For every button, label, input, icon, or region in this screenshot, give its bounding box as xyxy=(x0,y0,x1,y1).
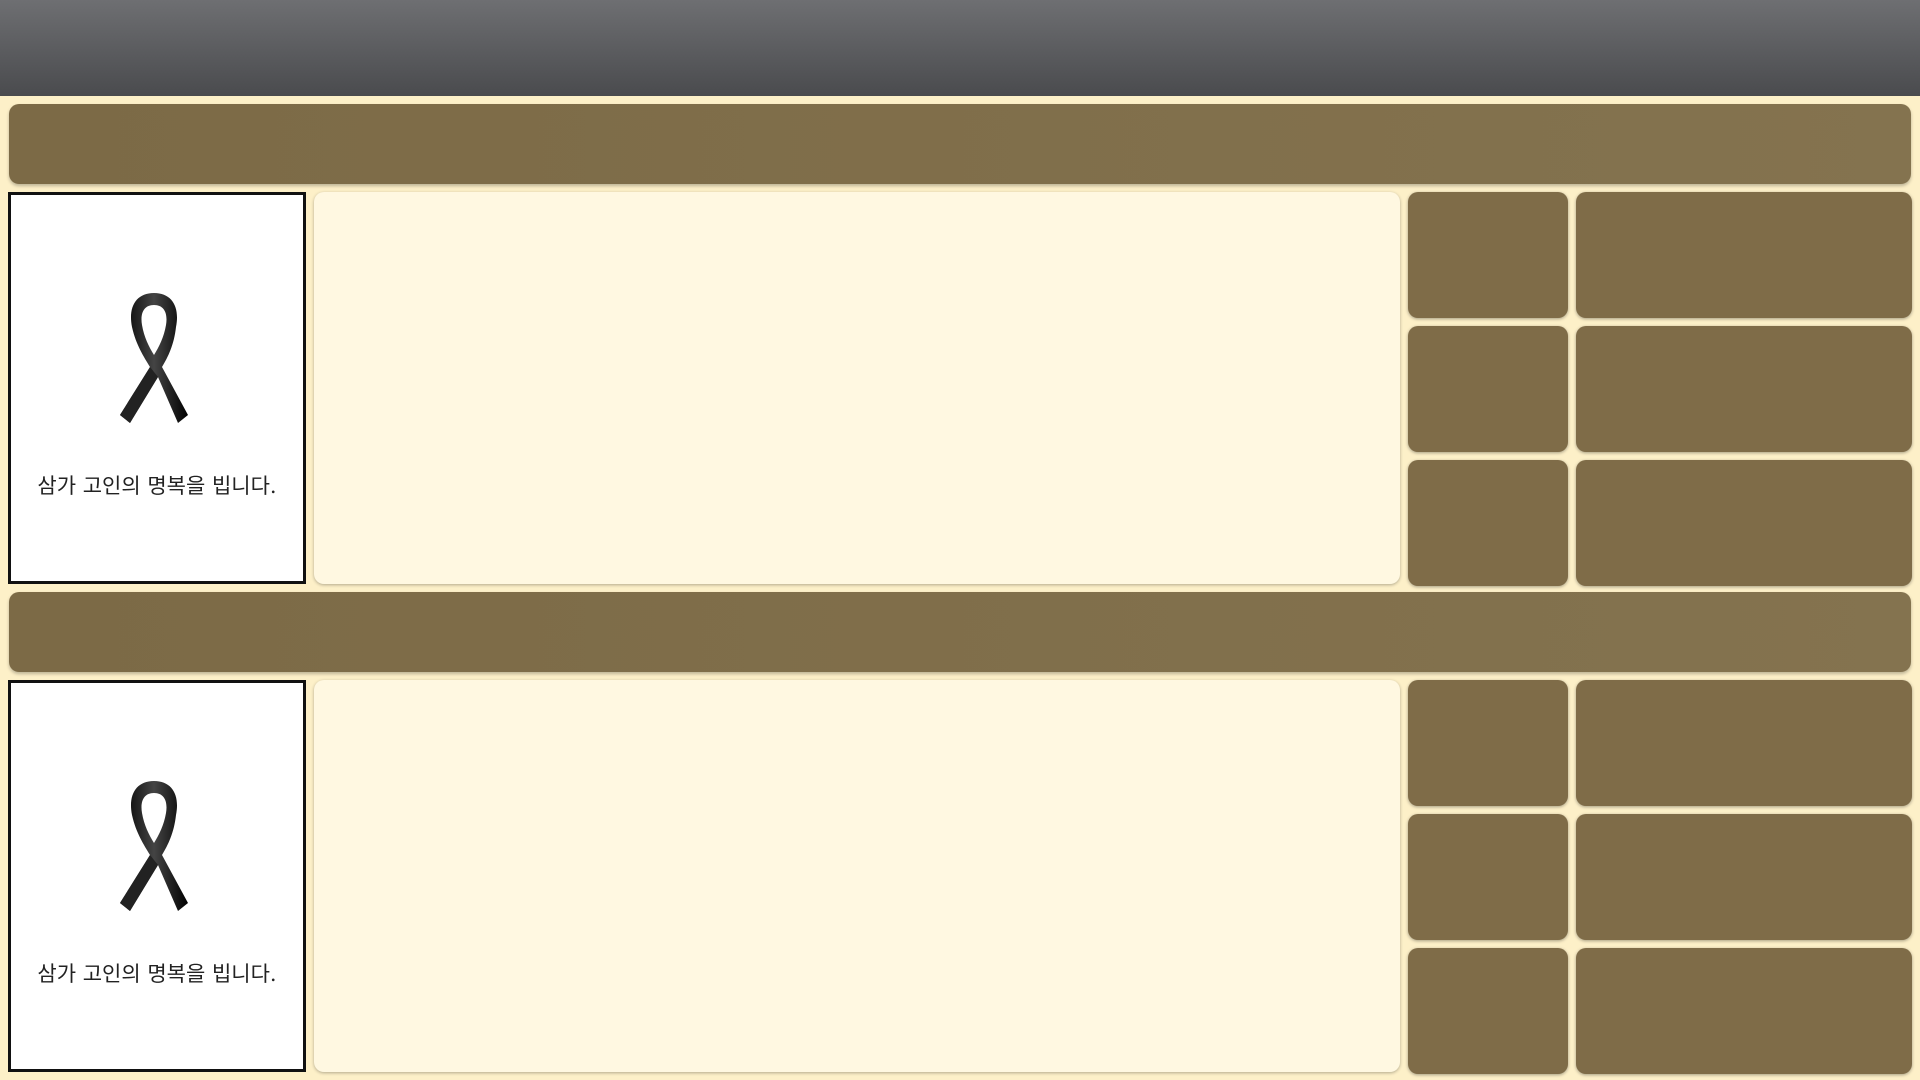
memorial-card-2: 삼가 고인의 명복을 빕니다. xyxy=(8,680,306,1072)
tile-2-1-large[interactable] xyxy=(1576,680,1912,806)
tile-1-1-small[interactable] xyxy=(1408,192,1568,318)
memorial-card-1: 삼가 고인의 명복을 빕니다. xyxy=(8,192,306,584)
tile-2-2-small[interactable] xyxy=(1408,814,1568,940)
mourning-ribbon-icon xyxy=(120,293,188,423)
tile-1-3-large[interactable] xyxy=(1576,460,1912,586)
tile-2-2-large[interactable] xyxy=(1576,814,1912,940)
content-panel-2 xyxy=(314,680,1400,1072)
content-panel-1 xyxy=(314,192,1400,584)
tile-1-2-large[interactable] xyxy=(1576,326,1912,452)
tile-1-2-small[interactable] xyxy=(1408,326,1568,452)
tile-1-1-large[interactable] xyxy=(1576,192,1912,318)
tile-2-3-large[interactable] xyxy=(1576,948,1912,1074)
tile-2-3-small[interactable] xyxy=(1408,948,1568,1074)
section-banner-1 xyxy=(9,104,1911,184)
tile-1-3-small[interactable] xyxy=(1408,460,1568,586)
memorial-caption: 삼가 고인의 명복을 빕니다. xyxy=(37,474,277,498)
memorial-caption: 삼가 고인의 명복을 빕니다. xyxy=(37,962,277,986)
top-header-bar xyxy=(0,0,1920,96)
mourning-ribbon-icon xyxy=(120,781,188,911)
tile-2-1-small[interactable] xyxy=(1408,680,1568,806)
section-banner-2 xyxy=(9,592,1911,672)
